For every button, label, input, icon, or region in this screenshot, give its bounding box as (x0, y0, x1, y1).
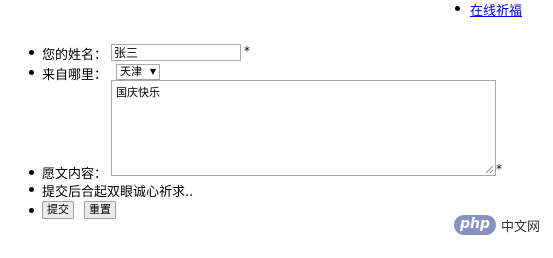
bullet (29, 208, 34, 213)
resize-grip-icon[interactable] (485, 165, 494, 174)
php-logo: php (454, 215, 496, 235)
bullet (29, 187, 34, 192)
content-textarea[interactable]: 国庆快乐 (111, 80, 496, 176)
content-required-mark: * (496, 162, 502, 176)
content-row: 国庆快乐 愿文内容： * (0, 0, 553, 182)
bullet (29, 170, 34, 175)
content-label: 愿文内容： (42, 167, 108, 182)
note-row: 提交后合起双眼诚心祈求.. (0, 181, 553, 200)
watermark-text: 中文网 (501, 220, 541, 235)
reset-button[interactable]: 重置 (84, 201, 116, 219)
submit-note: 提交后合起双眼诚心祈求.. (42, 185, 194, 200)
submit-button[interactable]: 提交 (42, 201, 74, 219)
php-logo-text: php (459, 216, 490, 232)
content-text: 国庆快乐 (116, 86, 160, 99)
